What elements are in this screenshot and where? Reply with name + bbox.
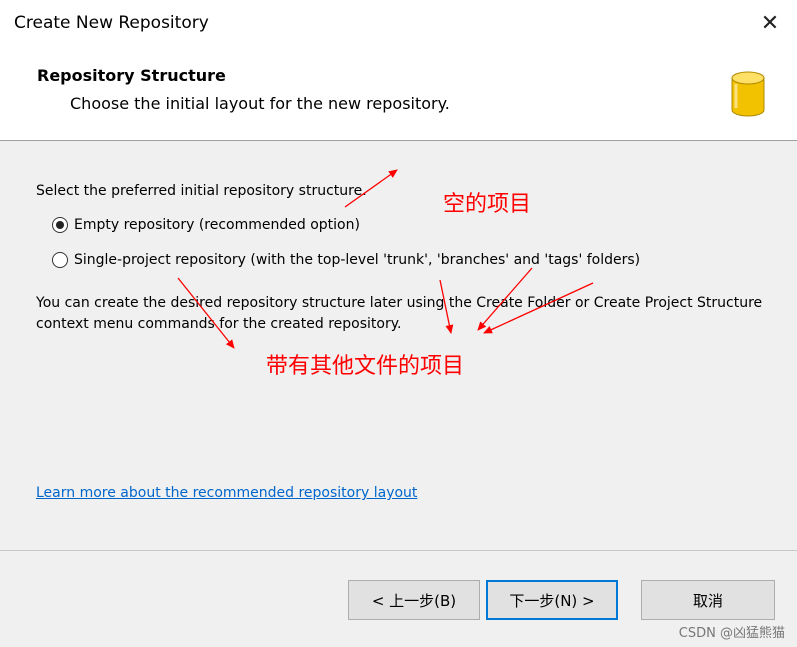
radio-empty-repository[interactable]	[52, 217, 68, 233]
watermark: CSDN @凶猛熊猫	[678, 626, 785, 641]
create-repository-dialog: Create New Repository ✕ Repository Struc…	[0, 0, 797, 647]
option-empty-repository[interactable]: Empty repository (recommended option)	[52, 217, 360, 233]
database-icon	[731, 71, 765, 117]
button-bar: < 上一步(B) 下一步(N) > 取消 CSDN @凶猛熊猫	[0, 551, 797, 647]
next-button[interactable]: 下一步(N) >	[486, 580, 618, 620]
option-single-project-label: Single-project repository (with the top-…	[74, 252, 641, 268]
option-empty-label: Empty repository (recommended option)	[74, 217, 360, 233]
wizard-header: Repository Structure Choose the initial …	[0, 48, 797, 140]
option-single-project[interactable]: Single-project repository (with the top-…	[52, 252, 640, 268]
window-title: Create New Repository	[14, 13, 209, 33]
close-button[interactable]: ✕	[753, 6, 787, 40]
annotation-empty: 空的项目	[443, 192, 532, 217]
annotation-with-files: 带有其他文件的项目	[266, 354, 465, 379]
close-icon: ✕	[760, 10, 780, 36]
cancel-button[interactable]: 取消	[641, 580, 775, 620]
radio-single-project[interactable]	[52, 252, 68, 268]
content-area: Select the preferred initial repository …	[0, 141, 797, 550]
back-button[interactable]: < 上一步(B)	[348, 580, 480, 620]
structure-note: You can create the desired repository st…	[36, 295, 763, 332]
page-subtitle: Choose the initial layout for the new re…	[70, 94, 450, 113]
page-title: Repository Structure	[37, 66, 226, 85]
learn-more-link[interactable]: Learn more about the recommended reposit…	[36, 485, 417, 501]
title-bar: Create New Repository ✕	[0, 0, 797, 48]
structure-prompt: Select the preferred initial repository …	[36, 183, 367, 199]
